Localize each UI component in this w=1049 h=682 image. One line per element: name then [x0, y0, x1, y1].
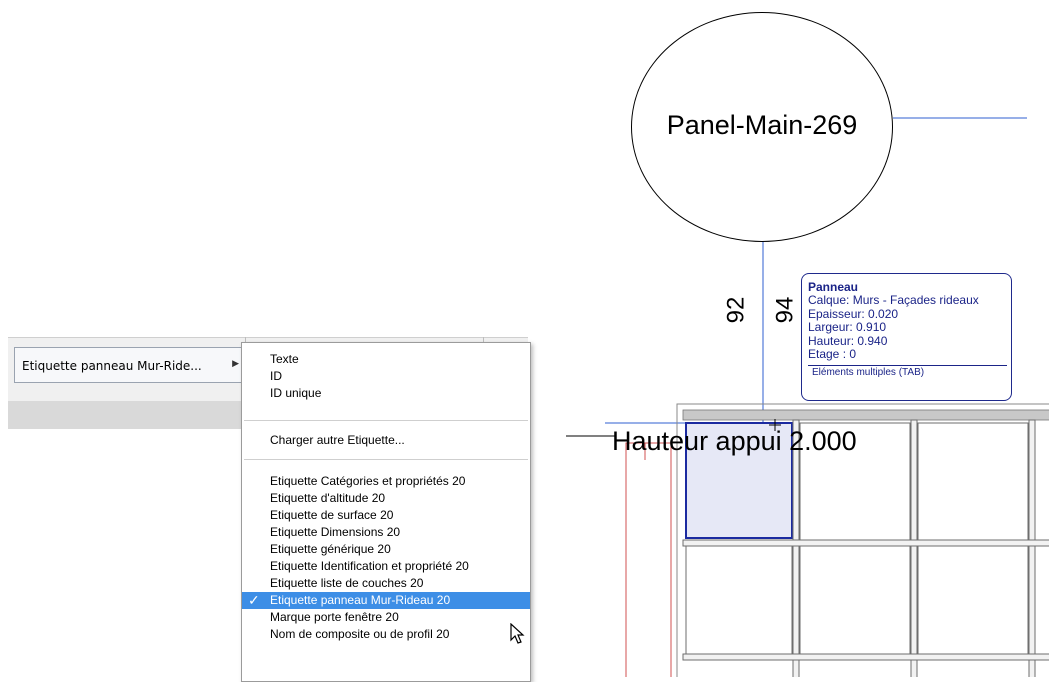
- dimension-label: 92: [722, 296, 750, 324]
- tooltip-line: Calque: Murs - Façades rideaux: [808, 293, 979, 307]
- tooltip-line: Largeur: 0.910: [808, 320, 887, 334]
- panel-id-label: Panel-Main-269: [666, 110, 858, 140]
- tooltip-line: Epaisseur: 0.020: [808, 306, 899, 321]
- hauteur-appui-label: Hauteur appui 2.000: [612, 426, 857, 456]
- tooltip-footer: Eléments multiples (TAB): [812, 366, 925, 378]
- tooltip-divider: [808, 364, 1007, 366]
- tooltip-line: Etage : 0: [808, 347, 857, 361]
- element-info-tooltip: Panneau Calque: Murs - Façades rideaux E…: [801, 273, 1012, 401]
- dimension-label: 94: [771, 296, 799, 324]
- tooltip-line: Hauteur: 0.940: [808, 333, 888, 348]
